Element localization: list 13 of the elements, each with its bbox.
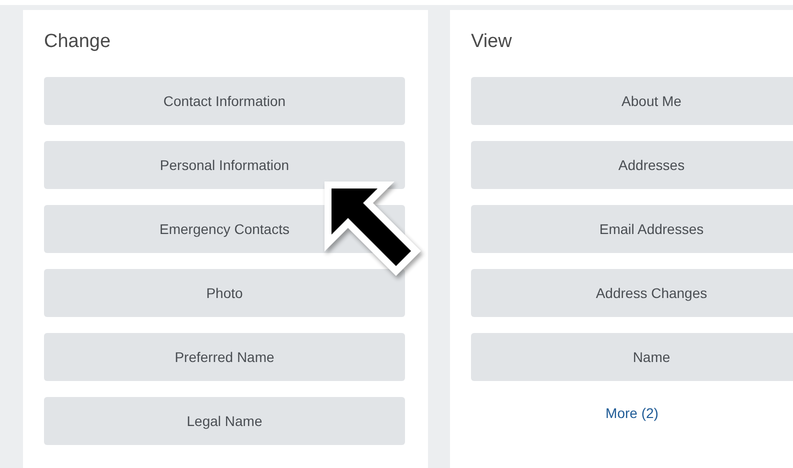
option-button[interactable]: Preferred Name xyxy=(44,333,405,381)
option-button[interactable]: About Me xyxy=(471,77,793,125)
option-button[interactable]: Contact Information xyxy=(44,77,405,125)
option-button[interactable]: Address Changes xyxy=(471,269,793,317)
option-button[interactable]: Email Addresses xyxy=(471,205,793,253)
more-link[interactable]: More (2) xyxy=(606,405,658,421)
option-button[interactable]: Photo xyxy=(44,269,405,317)
option-button[interactable]: Addresses xyxy=(471,141,793,189)
panel-title: View xyxy=(471,31,512,53)
option-button[interactable]: Name xyxy=(471,333,793,381)
option-button[interactable]: Legal Name xyxy=(44,397,405,445)
panel-title: Change xyxy=(44,31,111,53)
option-button[interactable]: Personal Information xyxy=(44,141,405,189)
